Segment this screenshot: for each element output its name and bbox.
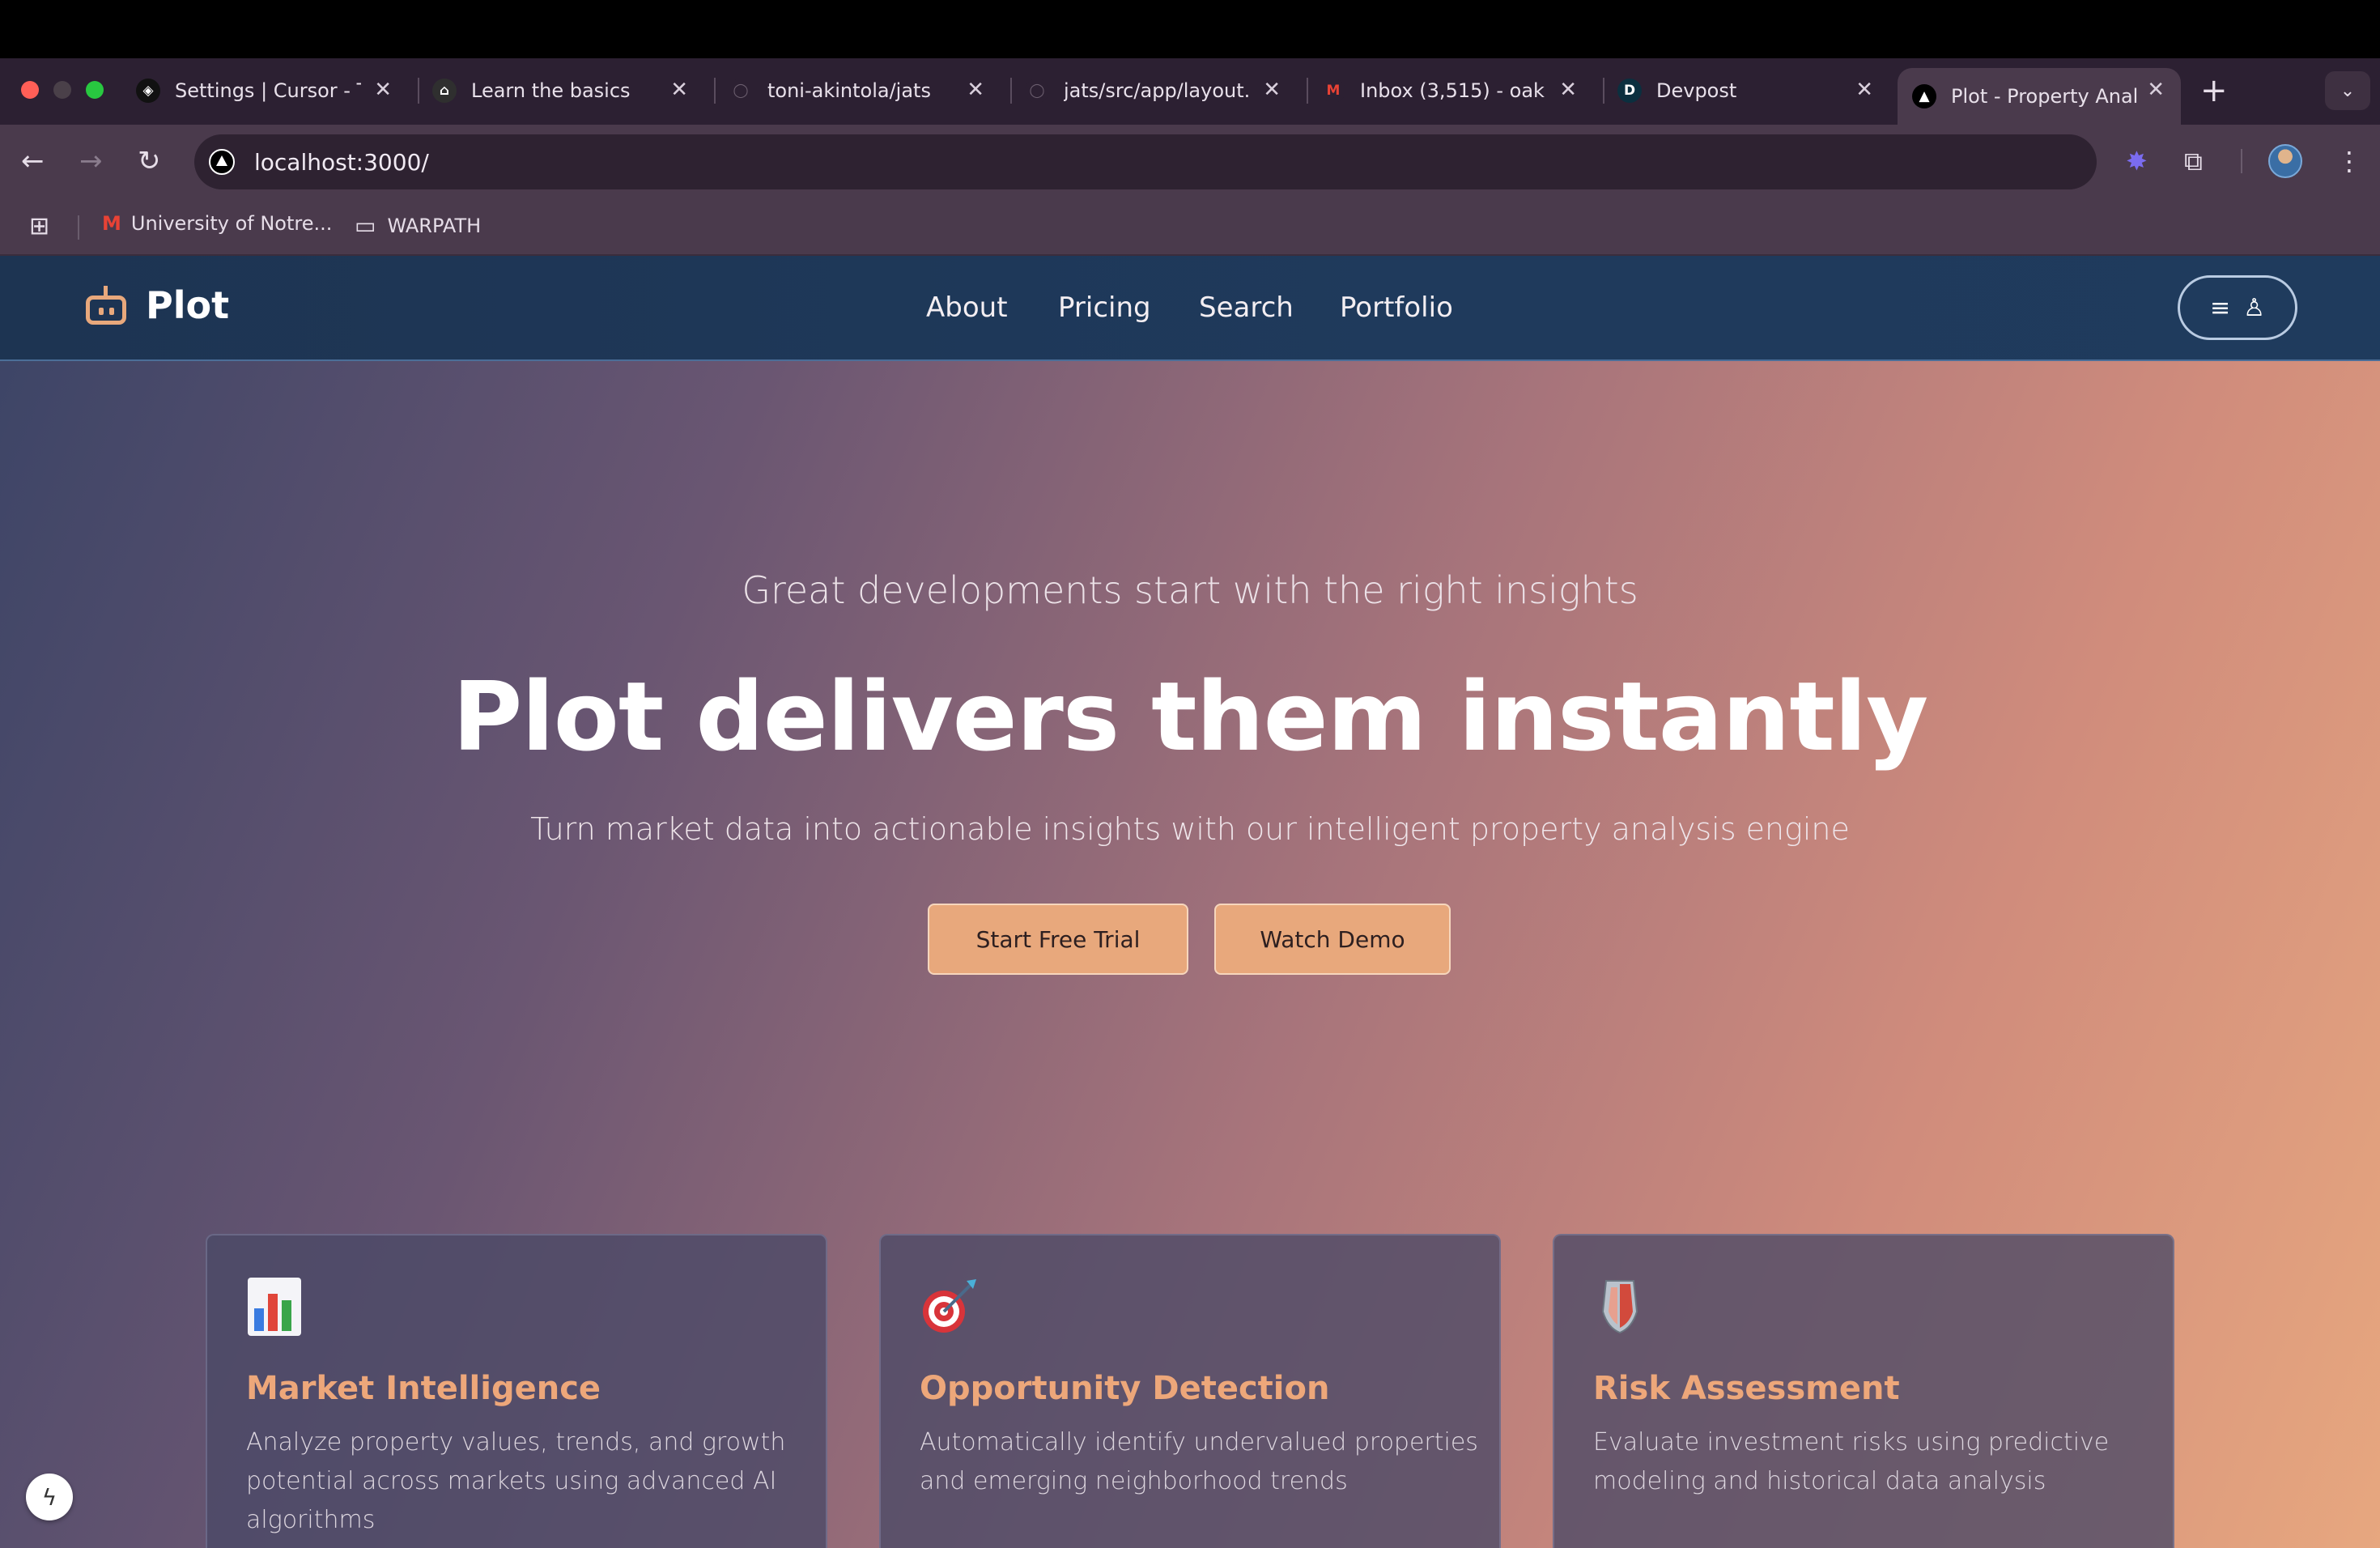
bar-chart-icon [248, 1278, 301, 1336]
window-close-button[interactable] [21, 81, 39, 99]
tab-title: Devpost [1656, 79, 1737, 102]
bookmark-warpath[interactable]: ▭ WARPATH [355, 212, 481, 239]
bookmark-university[interactable]: M University of Notre... [102, 212, 332, 235]
browser-tab[interactable]: ⌂ Learn the basics ✕ [429, 68, 704, 113]
new-tab-button[interactable]: + [2200, 73, 2228, 108]
apps-grid-icon[interactable]: ⊞ [29, 212, 49, 240]
tab-close-icon[interactable]: ✕ [1263, 78, 1281, 102]
nav-search[interactable]: Search [1199, 291, 1294, 324]
tab-divider [1307, 78, 1308, 104]
extensions-puzzle-icon[interactable]: ⧉ [2184, 144, 2203, 178]
tab-title: Learn the basics [471, 79, 631, 102]
gmail-icon: M [102, 212, 121, 235]
target-icon [923, 1279, 976, 1333]
window-maximize-button[interactable] [86, 81, 104, 99]
back-button[interactable]: ← [21, 144, 45, 178]
nav-pricing[interactable]: Pricing [1058, 291, 1151, 324]
feature-description: Analyze property values, trends, and gro… [246, 1428, 786, 1534]
bookmark-label: University of Notre... [130, 212, 333, 235]
toolbar-divider [2241, 149, 2242, 173]
site-header: Plot About Pricing Search Portfolio ≡ ♙ [0, 256, 2380, 361]
reload-button[interactable]: ↻ [138, 144, 161, 178]
github-icon: ◯ [1025, 79, 1049, 103]
forward-button[interactable]: → [79, 144, 103, 178]
tab-close-icon[interactable]: ✕ [374, 78, 392, 102]
extension-icon[interactable]: ✸ [2126, 144, 2148, 178]
devpost-icon: D [1617, 79, 1642, 103]
tab-title: toni-akintola/jats [767, 79, 931, 102]
tab-divider [418, 78, 419, 104]
hamburger-icon: ≡ [2209, 293, 2231, 322]
profile-avatar[interactable] [2268, 144, 2302, 178]
tab-divider [1603, 78, 1604, 104]
browser-tab[interactable]: ◈ Settings | Cursor - T ✕ [133, 68, 408, 113]
vercel-icon: ▲ [1912, 84, 1936, 108]
bookmarks-divider [78, 215, 79, 240]
feature-card-opportunity-detection: Opportunity Detection Automatically iden… [879, 1234, 1501, 1548]
feature-card-risk-assessment: Risk Assessment Evaluate investment risk… [1553, 1234, 2174, 1548]
tab-close-icon[interactable]: ✕ [967, 78, 984, 102]
address-url[interactable]: localhost:3000/ [254, 149, 429, 176]
tab-title: Settings | Cursor - T [175, 79, 361, 102]
page-viewport: Plot About Pricing Search Portfolio ≡ ♙ … [0, 256, 2380, 1548]
user-icon: ♙ [2243, 293, 2266, 322]
tab-search-button[interactable]: ⌄ [2325, 71, 2370, 110]
watch-demo-button[interactable]: Watch Demo [1214, 904, 1451, 975]
user-menu-button[interactable]: ≡ ♙ [2178, 275, 2297, 340]
window-minimize-button[interactable] [53, 81, 71, 99]
tab-divider [1010, 78, 1012, 104]
browser-tab[interactable]: M Inbox (3,515) - oaki ✕ [1318, 68, 1593, 113]
browser-tab[interactable]: D Devpost ✕ [1614, 68, 1889, 113]
start-free-trial-button[interactable]: Start Free Trial [928, 904, 1188, 975]
folder-icon: ▭ [355, 212, 376, 239]
feature-title: Risk Assessment [1593, 1370, 1900, 1407]
address-bar[interactable]: localhost:3000/ [194, 134, 2097, 189]
hero-eyebrow: Great developments start with the right … [742, 568, 1638, 612]
github-icon: ◯ [729, 79, 753, 103]
gmail-icon: M [1321, 79, 1345, 103]
tab-close-icon[interactable]: ✕ [1559, 78, 1577, 102]
tab-close-icon[interactable]: ✕ [1855, 78, 1873, 102]
tab-title: jats/src/app/layout.t [1064, 79, 1250, 102]
tab-title: Inbox (3,515) - oaki [1360, 79, 1546, 102]
tab-divider [714, 78, 716, 104]
site-info-icon[interactable] [209, 149, 235, 175]
tab-close-icon[interactable]: ✕ [2147, 78, 2165, 102]
feature-description: Evaluate investment risks using predicti… [1593, 1428, 2110, 1495]
browser-tab[interactable]: ◯ jats/src/app/layout.t ✕ [1022, 68, 1297, 113]
feature-title: Market Intelligence [246, 1370, 601, 1407]
tab-title: Plot - Property Anal [1951, 85, 2139, 108]
bookmark-label: WARPATH [387, 214, 482, 237]
hero-headline: Plot delivers them instantly [452, 661, 1928, 772]
feature-card-market-intelligence: Market Intelligence Analyze property val… [206, 1234, 827, 1548]
hero-subheadline: Turn market data into actionable insight… [530, 811, 1850, 847]
shield-icon [1601, 1280, 1638, 1334]
tab-close-icon[interactable]: ✕ [670, 78, 688, 102]
cursor-icon: ◈ [136, 79, 160, 103]
nav-portfolio[interactable]: Portfolio [1340, 291, 1453, 324]
gamepad-icon: ⌂ [432, 79, 457, 103]
browser-tab[interactable]: ▲ Plot - Property Anal ✕ [1898, 68, 2181, 125]
dev-tools-button[interactable]: ϟ [26, 1474, 73, 1520]
main-nav: About Pricing Search Portfolio [0, 291, 2380, 332]
browser-tab[interactable]: ◯ toni-akintola/jats ✕ [725, 68, 1001, 113]
feature-description: Automatically identify undervalued prope… [920, 1428, 1478, 1495]
feature-title: Opportunity Detection [920, 1370, 1330, 1407]
screen-top-bar [0, 0, 2380, 58]
browser-menu-icon[interactable]: ⋮ [2336, 144, 2362, 178]
nav-about[interactable]: About [926, 291, 1008, 324]
